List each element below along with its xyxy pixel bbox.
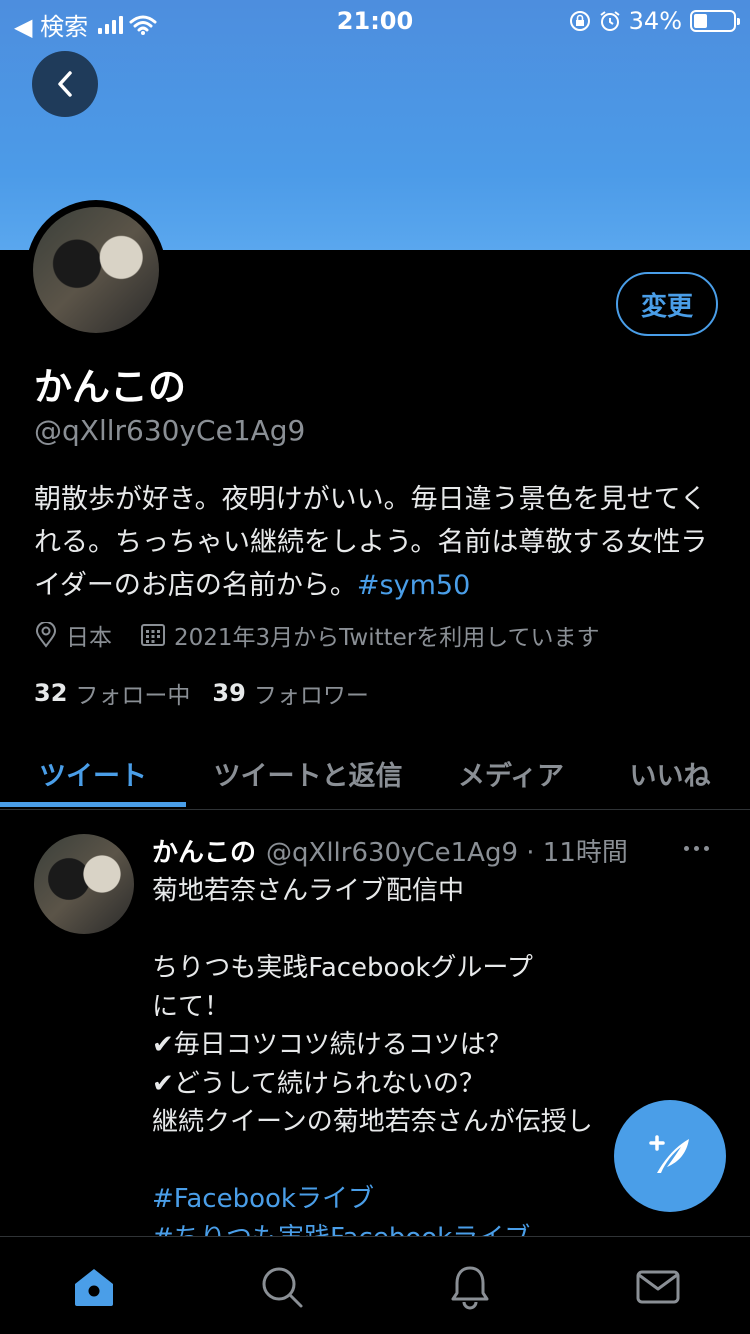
messages-icon [636, 1270, 680, 1304]
follow-stats: 32 フォロー中 39 フォロワー [34, 676, 369, 710]
nav-home[interactable] [70, 1263, 118, 1311]
tweet-author[interactable]: かんこの [152, 832, 256, 869]
battery-icon [690, 10, 740, 32]
followers-count: 39 [212, 679, 246, 707]
more-options-icon[interactable] [684, 846, 709, 851]
tab-tweets-and-replies[interactable]: ツイートと返信 [196, 738, 420, 808]
nav-messages[interactable] [634, 1263, 682, 1311]
compose-tweet-button[interactable] [614, 1100, 726, 1212]
profile-bio: 朝散歩が好き。夜明けがいい。毎日違う景色を見せてくれる。ちっちゃい継続をしよう。… [34, 478, 724, 607]
compose-feather-icon [649, 1135, 689, 1173]
status-right: 34% [569, 7, 740, 35]
profile-tabs: ツイート ツイートと返信 メディア いいね [0, 738, 750, 810]
rotation-lock-icon [569, 11, 590, 31]
location-text: 日本 [66, 625, 112, 651]
followers-label: フォロワー [253, 683, 369, 709]
battery-percent: 34% [628, 7, 682, 35]
profile-handle: @qXllr630yCe1Ag9 [34, 414, 306, 447]
back-button[interactable] [32, 51, 98, 117]
alarm-icon [600, 11, 620, 31]
tab-likes[interactable]: いいね [610, 738, 730, 808]
tweet-header: かんこの @qXllr630yCe1Ag9 · 11時間 [152, 832, 628, 869]
location-icon [34, 622, 58, 648]
calendar-icon [140, 622, 166, 648]
edit-profile-button[interactable]: 変更 [616, 272, 718, 336]
search-icon [262, 1267, 303, 1308]
tweet-body: 菊地若奈さんライブ配信中 ちりつも実践Facebookグループ にて！ ✔毎日コ… [152, 872, 712, 1257]
status-bar: ◀ 検索 21:00 34% [0, 0, 750, 42]
tweet-text: 菊地若奈さんライブ配信中 ちりつも実践Facebookグループ にて！ ✔毎日コ… [152, 876, 593, 1137]
joined-text: 2021年3月からTwitterを利用しています [174, 625, 600, 651]
tweet-handle-time: @qXllr630yCe1Ag9 · 11時間 [266, 838, 628, 868]
tweet-avatar[interactable] [34, 834, 134, 934]
bio-hashtag[interactable]: #sym50 [357, 570, 470, 601]
profile-meta: 日本 2021年3月からTwitterを利用しています [34, 618, 600, 652]
chevron-left-icon [58, 71, 72, 97]
nav-notifications[interactable] [446, 1263, 494, 1311]
tab-tweets[interactable]: ツイート [0, 738, 186, 808]
avatar-image [33, 207, 159, 333]
following-link[interactable]: 32 フォロー中 [34, 676, 190, 710]
followers-link[interactable]: 39 フォロワー [212, 676, 368, 710]
tab-media[interactable]: メディア [440, 738, 582, 808]
home-icon [75, 1269, 113, 1306]
profile-name: かんこの [34, 365, 187, 409]
notifications-icon [451, 1266, 489, 1310]
profile-avatar[interactable] [26, 200, 166, 340]
following-label: フォロー中 [75, 683, 191, 709]
following-count: 32 [34, 679, 68, 707]
active-tab-indicator [0, 802, 186, 807]
tweet-hashtag-1[interactable]: #Facebookライブ [152, 1184, 374, 1214]
nav-search[interactable] [258, 1263, 306, 1311]
bottom-navigation [0, 1236, 750, 1334]
